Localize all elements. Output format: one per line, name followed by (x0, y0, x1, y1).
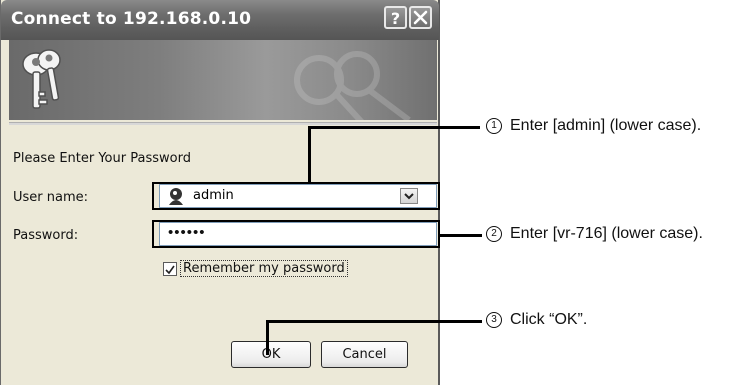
leader-line-3-vertical (266, 321, 269, 355)
leader-line-1-horizontal (308, 126, 480, 129)
annotation-step-3: 3 Click “OK”. (486, 311, 587, 329)
annotation-step-1: 1 Enter [admin] (lower case). (486, 117, 701, 135)
dialog-title: Connect to 192.168.0.10 (11, 9, 252, 29)
leader-line-1-vertical (308, 127, 311, 183)
annotation-step-2: 2 Enter [vr-716] (lower case). (486, 225, 703, 243)
help-icon: ? (391, 9, 400, 27)
checkbox-checked-icon (165, 265, 175, 275)
password-highlight-box (152, 220, 440, 248)
title-bar[interactable]: Connect to 192.168.0.10 ? (1, 0, 439, 40)
username-label: User name: (13, 190, 89, 205)
cancel-button[interactable]: Cancel (321, 341, 408, 368)
ok-button[interactable]: OK (231, 341, 311, 368)
remember-label[interactable]: Remember my password (180, 260, 348, 277)
close-icon (413, 10, 428, 25)
leader-line-3-horizontal (266, 320, 482, 323)
close-button[interactable] (409, 6, 432, 29)
remember-checkbox[interactable] (163, 262, 177, 276)
dialog-banner (9, 40, 437, 120)
banner-separator (9, 122, 437, 125)
help-button[interactable]: ? (384, 6, 407, 29)
svg-text:?: ? (391, 9, 400, 27)
prompt-text: Please Enter Your Password (13, 151, 191, 166)
keys-icon (22, 49, 411, 120)
leader-line-2 (440, 234, 482, 237)
password-label: Password: (13, 228, 79, 243)
username-highlight-box (152, 182, 440, 210)
